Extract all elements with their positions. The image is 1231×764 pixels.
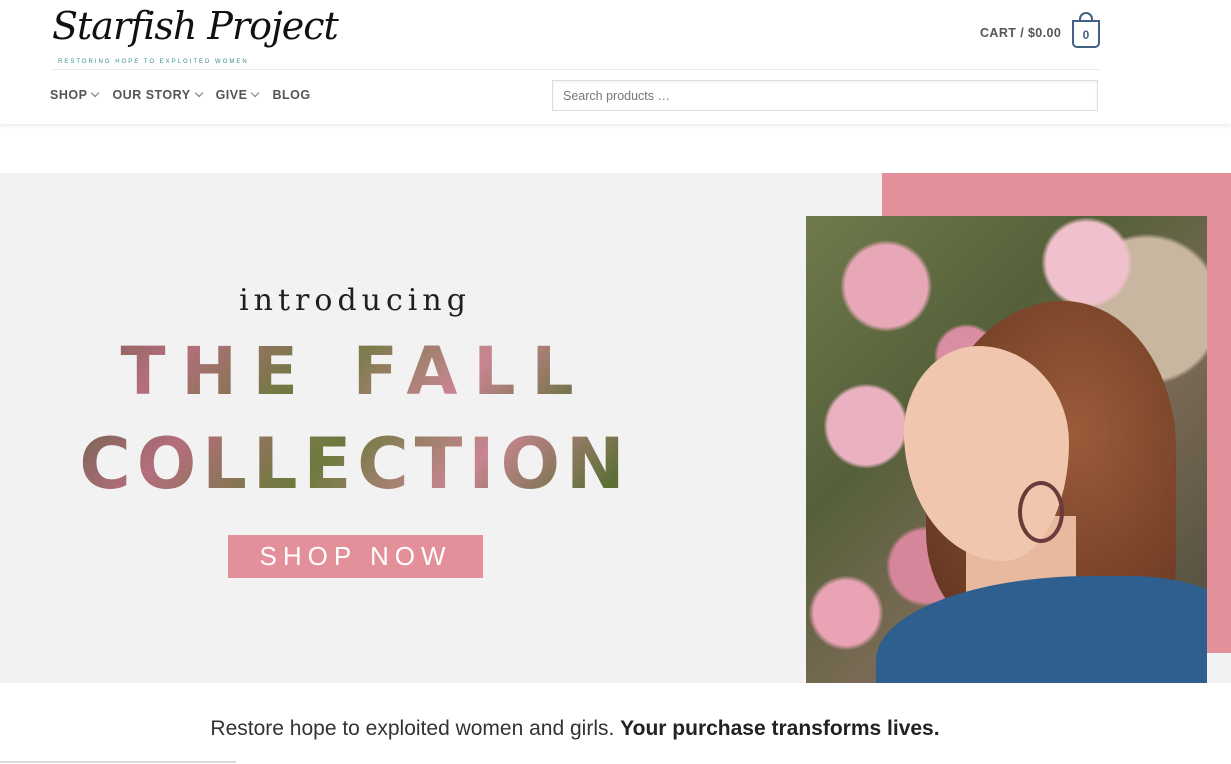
tagline-regular: Restore hope to exploited women and girl…	[210, 717, 615, 740]
hero-photo	[806, 216, 1207, 683]
logo-text: Starfish Project	[52, 4, 339, 48]
bottom-divider	[0, 761, 236, 763]
nav-item-our-story[interactable]: OUR STORY	[112, 88, 203, 102]
logo[interactable]: Starfish Project RESTORING HOPE TO EXPLO…	[52, 0, 339, 68]
nav-item-label: GIVE	[215, 88, 248, 102]
nav-item-shop[interactable]: SHOP	[50, 88, 100, 102]
nav-item-blog[interactable]: BLOG	[272, 88, 310, 102]
nav-item-label: BLOG	[272, 88, 311, 102]
cart-count-badge[interactable]: 0	[1072, 20, 1100, 48]
logo-tagline: RESTORING HOPE TO EXPLOITED WOMEN	[58, 59, 249, 65]
hero-intro: introducing	[239, 283, 471, 318]
site-header: Starfish Project RESTORING HOPE TO EXPLO…	[0, 0, 1231, 124]
chevron-down-icon	[91, 88, 100, 98]
tagline: Restore hope to exploited women and girl…	[0, 717, 1150, 741]
hero-title-line1: THE FALL	[0, 333, 710, 410]
tagline-bold: Your purchase transforms lives.	[620, 717, 940, 740]
nav-item-give[interactable]: GIVE	[215, 88, 260, 102]
nav-item-label: SHOP	[50, 88, 88, 102]
cart-label: CART /	[980, 26, 1025, 40]
photo-shirt	[876, 576, 1207, 683]
chevron-down-icon	[194, 88, 203, 98]
hero-banner[interactable]: introducing THE FALL COLLECTION SHOP NOW	[0, 173, 1231, 683]
header-divider	[52, 69, 1100, 70]
hero-title-line2: COLLECTION	[0, 423, 710, 505]
nav-item-label: OUR STORY	[112, 88, 191, 102]
cart-link[interactable]: CART / $0.00	[980, 26, 1061, 40]
shop-now-button[interactable]: SHOP NOW	[228, 535, 483, 578]
search-input[interactable]	[552, 80, 1098, 111]
main-nav: SHOP OUR STORY GIVE BLOG	[50, 88, 325, 102]
photo-earring	[1018, 481, 1064, 543]
cart-total: $0.00	[1027, 26, 1062, 40]
chevron-down-icon	[251, 88, 260, 98]
